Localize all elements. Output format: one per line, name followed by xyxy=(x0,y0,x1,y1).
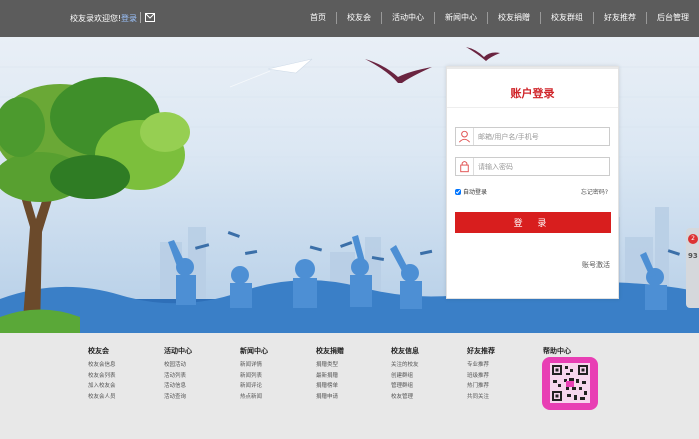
footer-link[interactable]: 加入校友会 xyxy=(88,381,116,392)
footer-link[interactable]: 新闻评论 xyxy=(240,381,268,392)
footer-column-title: 活动中心 xyxy=(164,347,192,355)
footer-link[interactable]: 热点新闻 xyxy=(240,392,268,403)
panel-top-line xyxy=(447,67,618,69)
footer-link[interactable]: 校园活动 xyxy=(164,360,192,371)
footer-column-donation: 校友捐赠 捐赠类型 最新捐赠 捐赠榜单 捐赠申请 xyxy=(316,346,344,402)
auto-login[interactable]: 自动登录 xyxy=(455,187,487,196)
footer-column-title: 好友推荐 xyxy=(467,347,495,355)
footer-link[interactable]: 活动查询 xyxy=(164,392,192,403)
nav-donation[interactable]: 校友捐赠 xyxy=(488,12,541,24)
footer-column-friend-recommend: 好友推荐 专业推荐 班级推荐 热门推荐 共同关注 xyxy=(467,346,495,402)
user-icon xyxy=(458,128,474,145)
footer-link[interactable]: 新闻列表 xyxy=(240,371,268,382)
side-widget-number: 93 xyxy=(688,252,698,260)
footer-link[interactable]: 最新捐赠 xyxy=(316,371,344,382)
nav-news-center[interactable]: 新闻中心 xyxy=(435,12,488,24)
footer-link[interactable]: 校友会信息 xyxy=(88,360,116,371)
nav-home[interactable]: 首页 xyxy=(300,12,337,24)
password-input[interactable] xyxy=(478,160,606,173)
footer-link[interactable]: 捐赠类型 xyxy=(316,360,344,371)
footer-link[interactable]: 校友会人员 xyxy=(88,392,116,403)
side-float-widget[interactable]: 2 93 xyxy=(686,228,699,308)
nav-admin[interactable]: 后台管理 xyxy=(647,12,699,24)
footer-column-news-center: 新闻中心 新闻详情 新闻列表 新闻评论 热点新闻 xyxy=(240,346,268,402)
nav-activity-center[interactable]: 活动中心 xyxy=(382,12,435,24)
welcome-text: 校友录欢迎您! xyxy=(70,14,122,23)
footer-column-title: 校友捐赠 xyxy=(316,347,344,355)
footer-link[interactable]: 活动信息 xyxy=(164,381,192,392)
footer-column-title: 新闻中心 xyxy=(240,347,268,355)
account-activate-link[interactable]: 账号激活 xyxy=(582,260,610,270)
footer-column-title: 帮助中心 xyxy=(543,347,571,355)
footer-column-alumni-association: 校友会 校友会信息 校友会列表 加入校友会 校友会人员 xyxy=(88,346,116,402)
footer-link[interactable]: 创建群组 xyxy=(391,371,419,382)
password-field[interactable] xyxy=(455,157,610,176)
divider xyxy=(140,12,141,23)
username-input[interactable] xyxy=(478,130,606,143)
auto-login-label: 自动登录 xyxy=(463,189,488,196)
nav-alumni-association[interactable]: 校友会 xyxy=(337,12,382,24)
footer-link[interactable]: 捐赠榜单 xyxy=(316,381,344,392)
footer-link[interactable]: 管理群组 xyxy=(391,381,419,392)
top-bar: 校友录欢迎您! 登录 首页 校友会 活动中心 新闻中心 校友捐赠 校友群组 好友… xyxy=(0,0,699,37)
footer-link[interactable]: 捐赠申请 xyxy=(316,392,344,403)
auto-login-checkbox[interactable] xyxy=(455,188,461,195)
footer-link[interactable]: 校友管理 xyxy=(391,392,419,403)
footer-link[interactable]: 校友会列表 xyxy=(88,371,116,382)
footer-column-title: 校友会 xyxy=(88,347,109,355)
footer-link[interactable]: 新闻详情 xyxy=(240,360,268,371)
qr-code-image xyxy=(542,357,598,410)
login-button[interactable]: 登 录 xyxy=(455,212,611,233)
footer-link[interactable]: 班级推荐 xyxy=(467,371,495,382)
divider xyxy=(447,107,618,108)
login-title: 账户登录 xyxy=(510,87,555,100)
footer-link[interactable]: 专业推荐 xyxy=(467,360,495,371)
username-field[interactable] xyxy=(455,127,610,146)
footer-link[interactable]: 共同关注 xyxy=(467,392,495,403)
main-nav: 首页 校友会 活动中心 新闻中心 校友捐赠 校友群组 好友推荐 后台管理 xyxy=(300,12,699,24)
login-link[interactable]: 登录 xyxy=(121,13,137,24)
footer-column-alumni-info: 校友信息 关注的校友 创建群组 管理群组 校友管理 xyxy=(391,346,419,402)
lock-icon xyxy=(460,158,474,175)
nav-friend-recommend[interactable]: 好友推荐 xyxy=(594,12,647,24)
footer-link[interactable]: 活动列表 xyxy=(164,371,192,382)
nav-groups[interactable]: 校友群组 xyxy=(541,12,594,24)
notification-badge: 2 xyxy=(688,234,698,244)
forgot-password-link[interactable]: 忘记密码? xyxy=(581,187,608,196)
footer-link[interactable]: 关注的校友 xyxy=(391,360,419,371)
footer-column-title: 校友信息 xyxy=(391,347,419,355)
footer-column-activity-center: 活动中心 校园活动 活动列表 活动信息 活动查询 xyxy=(164,346,192,402)
login-panel: 账户登录 自动登录 忘记密码? 登 录 账号激活 xyxy=(446,66,619,299)
footer-link[interactable]: 热门推荐 xyxy=(467,381,495,392)
mail-icon[interactable] xyxy=(145,13,155,22)
